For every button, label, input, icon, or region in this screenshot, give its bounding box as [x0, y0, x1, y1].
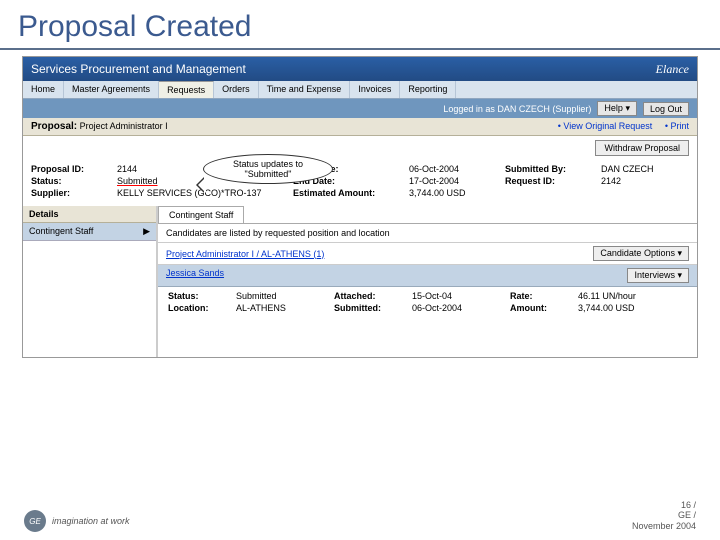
ge-monogram-icon: GE	[24, 510, 46, 532]
chevron-right-icon: ▶	[143, 226, 150, 237]
view-original-link[interactable]: • View Original Request	[558, 121, 653, 131]
sub-bar: Logged in as DAN CZECH (Supplier) Help ▾…	[23, 99, 697, 118]
slide-footer: GE imagination at work 16 / GE / Novembe…	[0, 500, 720, 532]
supplier-label: Supplier:	[31, 188, 111, 198]
interviews-dropdown[interactable]: Interviews ▾	[627, 268, 689, 283]
cand-rate-value: 46.11 UN/hour	[578, 291, 678, 301]
request-id-value: 2142	[601, 176, 691, 186]
candidate-bar: Project Administrator I / AL-ATHENS (1) …	[158, 242, 697, 265]
tab-master-agreements[interactable]: Master Agreements	[64, 81, 159, 98]
tab-time-expense[interactable]: Time and Expense	[259, 81, 351, 98]
tagline: imagination at work	[52, 516, 130, 526]
submitted-by-label: Submitted By:	[505, 164, 595, 174]
est-amount-value: 3,744.00 USD	[409, 188, 499, 198]
logout-button[interactable]: Log Out	[643, 102, 689, 116]
candidate-header: Jessica Sands Interviews ▾	[158, 265, 697, 287]
candidate-name-link[interactable]: Jessica Sands	[166, 268, 224, 283]
logged-in-text: Logged in as DAN CZECH (Supplier)	[443, 104, 591, 114]
proposal-id-label: Proposal ID:	[31, 164, 111, 174]
cand-rate-label: Rate:	[510, 291, 570, 301]
position-link[interactable]: Project Administrator I / AL-ATHENS (1)	[166, 249, 324, 259]
tab-orders[interactable]: Orders	[214, 81, 259, 98]
tab-invoices[interactable]: Invoices	[350, 81, 400, 98]
proposal-label: Proposal:	[31, 121, 77, 132]
cand-attached-label: Attached:	[334, 291, 404, 301]
print-link[interactable]: • Print	[665, 121, 689, 131]
help-button[interactable]: Help ▾	[597, 101, 637, 116]
cand-attached-value: 15-Oct-04	[412, 291, 502, 301]
proposal-header: Proposal: Project Administrator I • View…	[23, 118, 697, 136]
cand-location-label: Location:	[168, 303, 228, 313]
callout-bubble: Status updates to "Submitted"	[203, 154, 333, 184]
subtab-contingent[interactable]: Contingent Staff	[158, 206, 244, 223]
details-header: Details	[23, 206, 156, 223]
main-tabs: Home Master Agreements Requests Orders T…	[23, 81, 697, 99]
ge-logo: GE imagination at work	[24, 510, 130, 532]
details-panel: Contingent Staff Candidates are listed b…	[158, 206, 697, 357]
cand-status-value: Submitted	[236, 291, 326, 301]
candidates-note: Candidates are listed by requested posit…	[158, 224, 697, 242]
details-sidebar: Details Contingent Staff ▶	[23, 206, 158, 357]
company-short: GE /	[632, 510, 696, 521]
cand-submitted-value: 06-Oct-2004	[412, 303, 502, 313]
proposal-name: Project Administrator I	[80, 121, 168, 131]
cand-status-label: Status:	[168, 291, 228, 301]
est-amount-label: Estimated Amount:	[293, 188, 403, 198]
candidate-details: Status: Submitted Attached: 15-Oct-04 Ra…	[158, 287, 697, 317]
slide-title: Proposal Created	[0, 0, 720, 50]
sidebar-item-contingent[interactable]: Contingent Staff ▶	[23, 223, 156, 241]
cand-location-value: AL-ATHENS	[236, 303, 326, 313]
request-id-label: Request ID:	[505, 176, 595, 186]
start-date-value: 06-Oct-2004	[409, 164, 499, 174]
cand-amount-label: Amount:	[510, 303, 570, 313]
cand-submitted-label: Submitted:	[334, 303, 404, 313]
footer-date: November 2004	[632, 521, 696, 532]
app-screenshot: Services Procurement and Management Elan…	[22, 56, 698, 358]
tab-reporting[interactable]: Reporting	[400, 81, 456, 98]
sidebar-item-label: Contingent Staff	[29, 226, 93, 237]
tab-home[interactable]: Home	[23, 81, 64, 98]
banner-title: Services Procurement and Management	[31, 62, 246, 76]
cand-amount-value: 3,744.00 USD	[578, 303, 678, 313]
withdraw-button[interactable]: Withdraw Proposal	[595, 140, 689, 156]
action-row: Withdraw Proposal	[23, 136, 697, 160]
submitted-by-value: DAN CZECH	[601, 164, 691, 174]
banner-brand: Elance	[656, 62, 689, 77]
end-date-value: 17-Oct-2004	[409, 176, 499, 186]
candidate-options-dropdown[interactable]: Candidate Options ▾	[593, 246, 689, 261]
proposal-fields: Status updates to "Submitted" Proposal I…	[23, 160, 697, 206]
app-banner: Services Procurement and Management Elan…	[23, 57, 697, 81]
page-number: 16 /	[632, 500, 696, 511]
tab-requests[interactable]: Requests	[159, 81, 214, 98]
status-label: Status:	[31, 176, 111, 186]
